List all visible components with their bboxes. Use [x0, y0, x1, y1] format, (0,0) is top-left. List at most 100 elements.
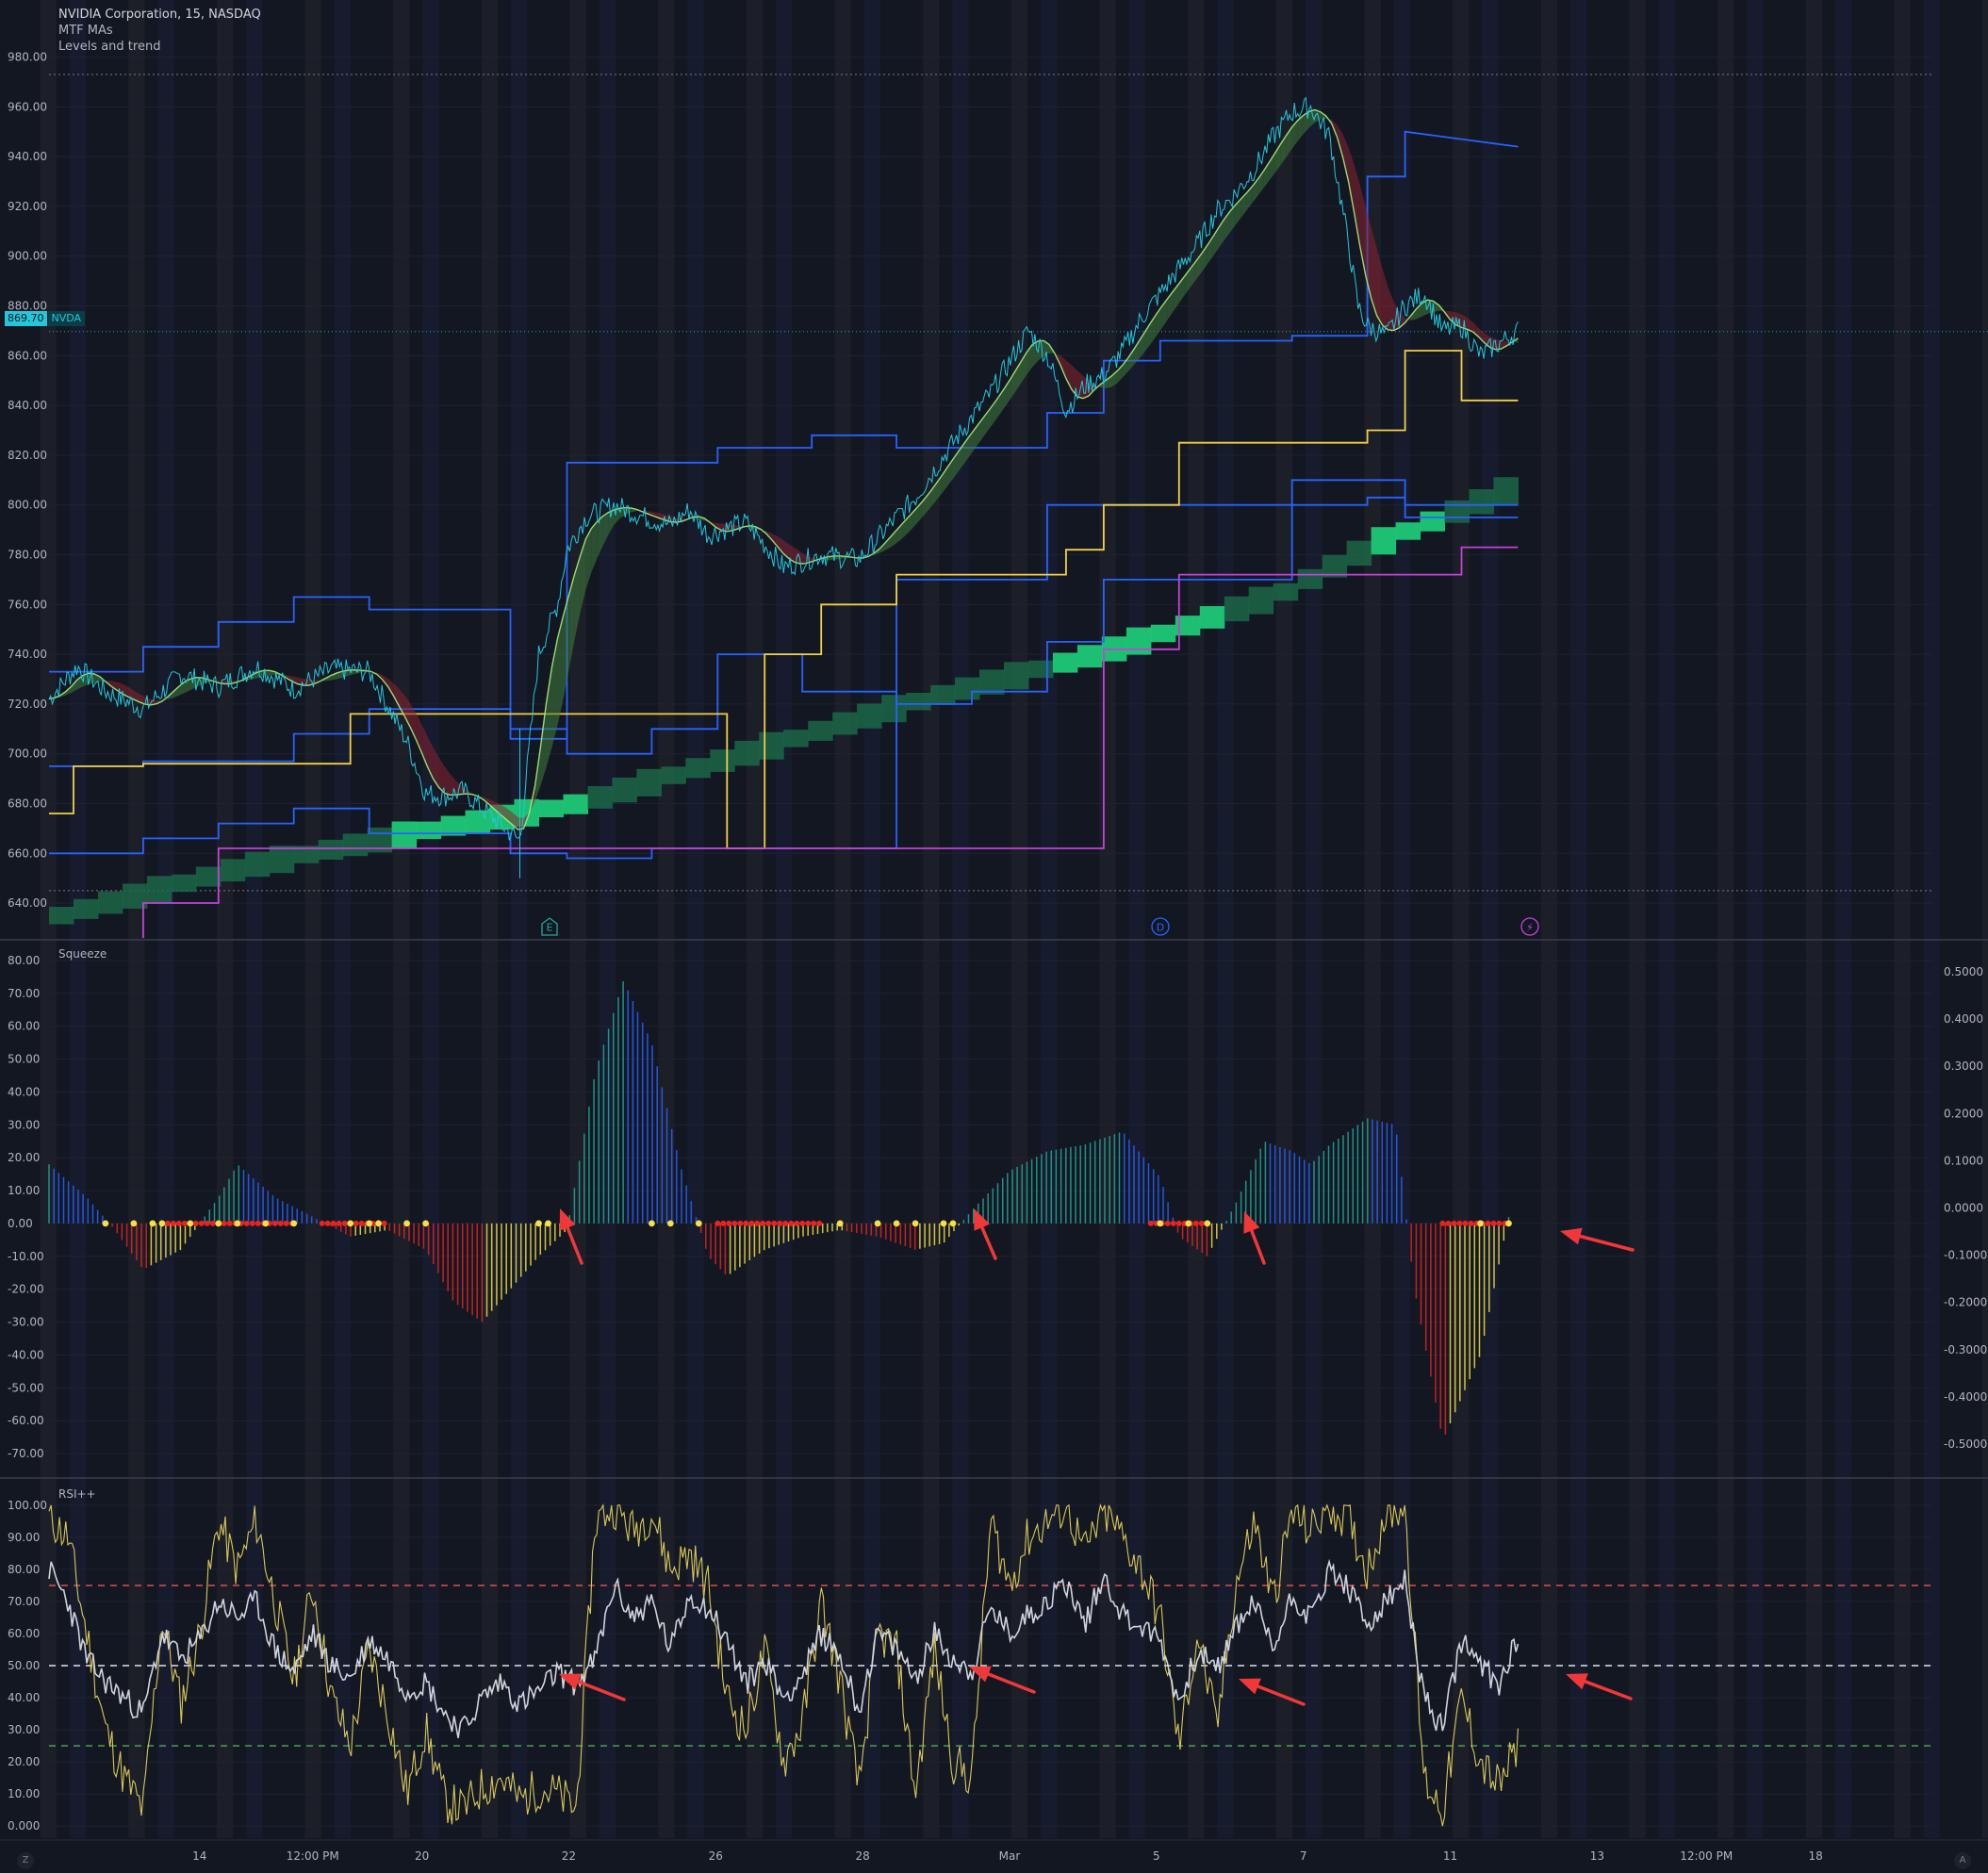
squeeze-dot-on	[1468, 1220, 1474, 1226]
squeeze-dot-on	[255, 1220, 261, 1226]
earnings-marker-label: E	[547, 922, 553, 934]
squeeze-dot-on	[164, 1220, 171, 1226]
squeeze-dot-off	[1204, 1220, 1211, 1227]
session-band	[1482, 0, 1499, 1838]
session-band	[1982, 0, 1988, 1838]
session-band	[1041, 0, 1058, 1838]
session-band	[246, 0, 263, 1838]
session-band	[1717, 0, 1734, 1838]
trend-band-block	[1076, 645, 1103, 668]
squeeze-dot-off	[545, 1220, 551, 1227]
squeeze-dot-on	[794, 1220, 800, 1226]
x-axis-label: 14	[192, 1849, 206, 1863]
squeeze-dot-off	[375, 1220, 382, 1227]
session-band	[157, 0, 174, 1838]
session-band	[687, 0, 704, 1838]
y-axis-label: 10.00	[8, 1184, 40, 1197]
trend-band-block	[612, 777, 637, 803]
squeeze-dot-off	[836, 1220, 844, 1227]
right-axis-label: 0.2000	[1944, 1107, 1983, 1120]
ticker-label: NVDA	[47, 311, 86, 326]
squeeze-dot-on	[811, 1220, 817, 1226]
dividend-marker[interactable]: D	[1151, 917, 1170, 936]
trend-band-block	[342, 833, 369, 857]
squeeze-dot-on	[209, 1220, 216, 1226]
right-axis-label: -0.2000	[1944, 1296, 1987, 1309]
y-axis-label: 740.00	[8, 648, 47, 661]
squeeze-dot-on	[341, 1220, 348, 1226]
session-band	[1805, 0, 1822, 1838]
trend-band-block	[759, 731, 784, 760]
squeeze-dot-on	[765, 1220, 772, 1226]
squeeze-dot-on	[1462, 1220, 1469, 1226]
squeeze-dot-on	[1456, 1220, 1463, 1226]
x-axis-label: 12:00 PM	[287, 1849, 339, 1863]
right-axis-label: 0.3000	[1944, 1060, 1983, 1073]
session-band	[1570, 0, 1587, 1838]
squeeze-dot-off	[347, 1220, 354, 1227]
trend-band-block	[195, 866, 222, 887]
squeeze-dot-off	[130, 1220, 138, 1227]
trend-band-block	[1346, 540, 1372, 567]
right-axis-label: -0.3000	[1944, 1343, 1987, 1356]
squeeze-dot-off	[1477, 1220, 1484, 1227]
x-axis-label: 7	[1300, 1849, 1307, 1863]
trend-band-block	[734, 740, 760, 766]
session-band	[1010, 0, 1028, 1838]
split-marker[interactable]: ⚡	[1520, 917, 1539, 936]
chart-canvas: 980.00960.00940.00920.00900.00880.00860.…	[0, 0, 1988, 1873]
auto-scale-corner-button[interactable]: A	[1954, 1852, 1971, 1869]
x-axis-label: 18	[1808, 1849, 1822, 1863]
x-axis-label: 20	[415, 1849, 429, 1863]
rsi-pane-label[interactable]: RSI++	[58, 1487, 96, 1501]
squeeze-dot-off	[940, 1220, 947, 1227]
indicator-levels-label[interactable]: Levels and trend	[58, 40, 160, 54]
session-band	[511, 0, 528, 1838]
zoom-corner-button[interactable]: Z	[17, 1852, 34, 1869]
squeeze-dot-on	[1147, 1220, 1154, 1226]
session-band	[952, 0, 969, 1838]
squeeze-dot-off	[149, 1220, 156, 1227]
split-marker-label: ⚡	[1526, 922, 1534, 934]
squeeze-dot-off	[403, 1220, 410, 1227]
y-axis-label: 100.00	[8, 1499, 47, 1512]
trend-band-block	[465, 810, 491, 833]
squeeze-dot-on	[226, 1220, 233, 1226]
indicator-mtf-mas-label[interactable]: MTF MAs	[58, 24, 113, 38]
trend-band-block	[808, 720, 833, 741]
trend-band-block	[1469, 489, 1494, 515]
trend-band-block	[1297, 568, 1323, 589]
trend-band-block	[220, 859, 246, 882]
x-axis-label: 13	[1590, 1849, 1604, 1863]
session-band	[1894, 0, 1911, 1838]
squeeze-dot-on	[204, 1220, 210, 1226]
squeeze-dot-on	[748, 1220, 755, 1226]
y-axis-label: 760.00	[8, 598, 47, 611]
session-band	[1099, 0, 1116, 1838]
trend-band-block	[783, 730, 809, 748]
x-axis-label: 5	[1153, 1849, 1160, 1863]
y-axis-label: 20.00	[8, 1755, 40, 1768]
right-axis-label: 0.4000	[1944, 1012, 1983, 1026]
trend-band-block	[1224, 596, 1250, 622]
trend-band-block	[685, 758, 711, 779]
squeeze-dot-off	[649, 1220, 655, 1227]
squeeze-dot-off	[366, 1220, 373, 1227]
squeeze-pane-label[interactable]: Squeeze	[58, 947, 107, 961]
squeeze-dot-on	[358, 1220, 365, 1226]
squeeze-dot-on	[198, 1220, 205, 1226]
squeeze-dot-off	[1157, 1220, 1164, 1227]
y-axis-label: -30.00	[8, 1316, 44, 1329]
trend-band-block	[74, 898, 99, 919]
y-axis-label: 20.00	[8, 1151, 40, 1164]
squeeze-dot-off	[893, 1220, 900, 1227]
right-axis-label: -0.1000	[1944, 1249, 1987, 1262]
right-axis-label: 0.0000	[1944, 1202, 1983, 1215]
session-band	[923, 0, 940, 1838]
squeeze-dot-on	[1445, 1220, 1452, 1226]
y-axis-label: 940.00	[8, 150, 47, 163]
squeeze-dot-on	[353, 1220, 359, 1226]
y-axis-label: 820.00	[8, 449, 47, 462]
y-axis-label: 860.00	[8, 349, 47, 362]
squeeze-dot-off	[695, 1220, 702, 1227]
